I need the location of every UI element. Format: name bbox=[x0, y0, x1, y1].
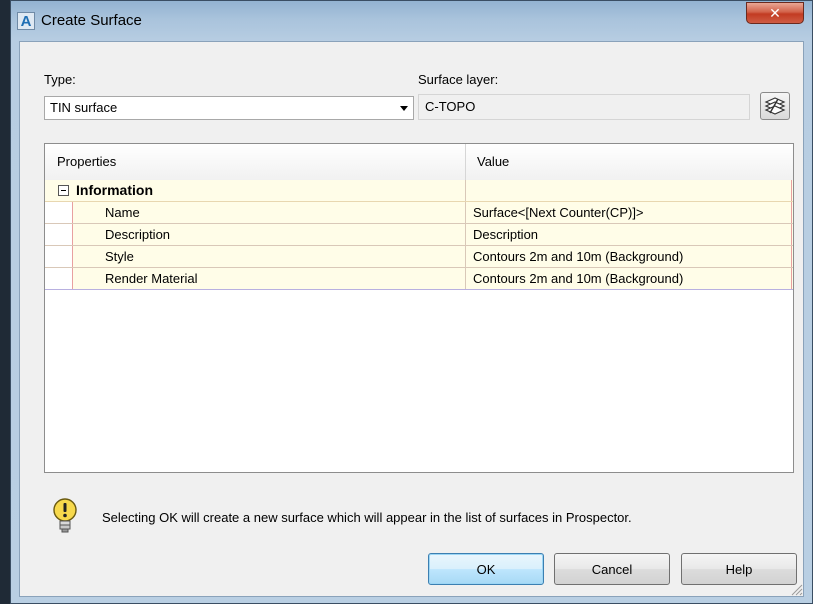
category-row-information[interactable]: Information bbox=[45, 180, 793, 202]
row-edge bbox=[791, 224, 792, 245]
dropdown-arrow-icon[interactable] bbox=[400, 106, 408, 111]
column-divider bbox=[465, 224, 466, 245]
column-divider bbox=[465, 246, 466, 267]
property-name: Description bbox=[105, 227, 171, 242]
table-row[interactable]: Render Material Contours 2m and 10m (Bac… bbox=[45, 268, 793, 290]
table-row[interactable]: Style Contours 2m and 10m (Background) bbox=[45, 246, 793, 268]
column-divider bbox=[465, 202, 466, 223]
header-properties[interactable]: Properties bbox=[45, 144, 465, 180]
create-surface-dialog: A Create Surface ✕ Type: TIN surface Sur… bbox=[10, 0, 813, 604]
column-divider bbox=[465, 268, 466, 289]
type-label: Type: bbox=[44, 72, 76, 87]
property-name: Name bbox=[105, 205, 140, 220]
type-dropdown[interactable]: TIN surface bbox=[44, 96, 414, 120]
property-name: Style bbox=[105, 249, 134, 264]
column-divider bbox=[465, 180, 466, 201]
layers-icon bbox=[764, 97, 786, 115]
surface-layer-label: Surface layer: bbox=[418, 72, 499, 87]
dialog-body: Type: TIN surface Surface layer: C-TOPO … bbox=[19, 41, 804, 597]
property-name: Render Material bbox=[105, 271, 198, 286]
surface-layer-button[interactable] bbox=[760, 92, 790, 120]
row-gutter bbox=[45, 202, 73, 223]
cancel-button[interactable]: Cancel bbox=[554, 553, 670, 585]
row-gutter bbox=[45, 268, 73, 289]
close-icon: ✕ bbox=[769, 4, 781, 21]
title-bar[interactable]: A Create Surface ✕ bbox=[11, 1, 812, 41]
collapse-icon[interactable] bbox=[58, 185, 69, 196]
property-value[interactable]: Contours 2m and 10m (Background) bbox=[473, 246, 683, 267]
row-edge bbox=[791, 180, 792, 201]
lightbulb-icon bbox=[53, 498, 77, 533]
category-label: Information bbox=[76, 182, 153, 198]
surface-layer-field: C-TOPO bbox=[418, 94, 750, 120]
surface-layer-value: C-TOPO bbox=[425, 99, 476, 114]
properties-grid: Properties Value Information Name Surfac… bbox=[44, 143, 794, 473]
grid-header: Properties Value bbox=[45, 144, 793, 181]
gutter-line bbox=[72, 246, 73, 267]
table-row[interactable]: Name Surface<[Next Counter(CP)]> bbox=[45, 202, 793, 224]
row-edge bbox=[791, 246, 792, 267]
window-title: Create Surface bbox=[41, 12, 142, 29]
gutter-line bbox=[72, 224, 73, 245]
gutter-line bbox=[72, 202, 73, 223]
gutter-line bbox=[72, 268, 73, 289]
ok-button[interactable]: OK bbox=[428, 553, 544, 585]
row-edge bbox=[791, 268, 792, 289]
type-dropdown-value: TIN surface bbox=[50, 100, 118, 115]
autocad-app-icon: A bbox=[17, 12, 35, 30]
resize-grip-icon[interactable] bbox=[789, 582, 803, 596]
row-edge bbox=[791, 202, 792, 223]
header-value[interactable]: Value bbox=[465, 144, 793, 180]
help-button[interactable]: Help bbox=[681, 553, 797, 585]
close-button[interactable]: ✕ bbox=[746, 2, 804, 24]
row-gutter bbox=[45, 224, 73, 245]
row-gutter bbox=[45, 246, 73, 267]
property-value[interactable]: Surface<[Next Counter(CP)]> bbox=[473, 202, 644, 223]
info-message: Selecting OK will create a new surface w… bbox=[102, 510, 632, 525]
property-value[interactable]: Description bbox=[473, 224, 538, 245]
property-value[interactable]: Contours 2m and 10m (Background) bbox=[473, 268, 683, 289]
table-row[interactable]: Description Description bbox=[45, 224, 793, 246]
